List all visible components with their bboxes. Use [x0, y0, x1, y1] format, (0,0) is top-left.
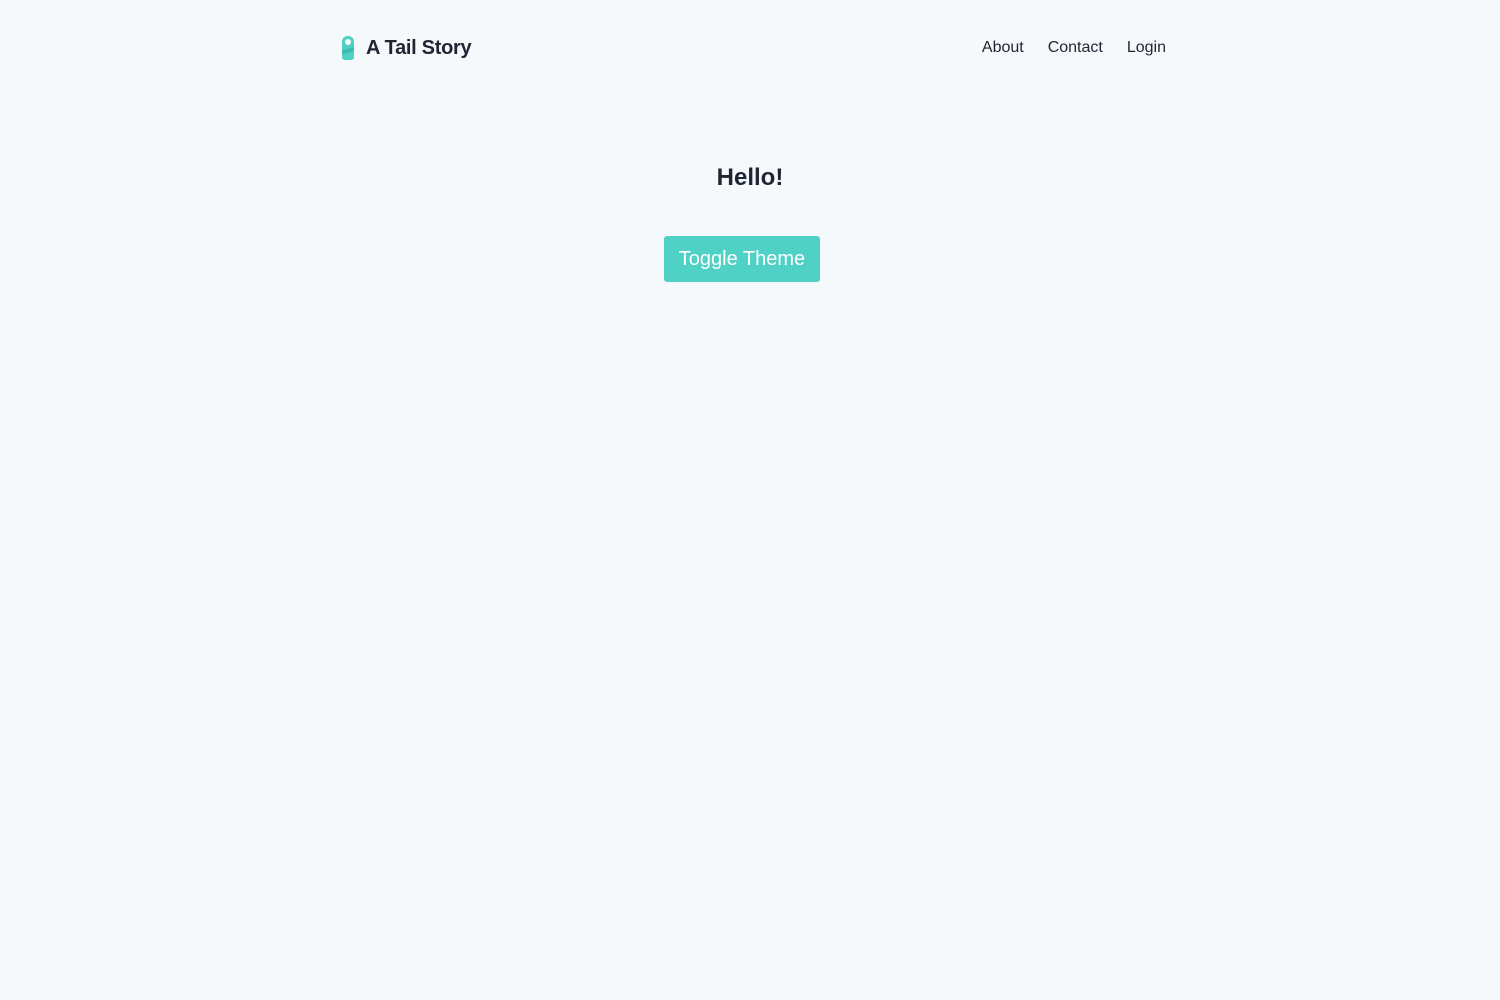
page: A Tail Story About Contact Login Hello! …	[0, 0, 1500, 1000]
main-nav: About Contact Login	[982, 39, 1166, 57]
toggle-theme-button[interactable]: Toggle Theme	[664, 236, 820, 282]
nav-login-link[interactable]: Login	[1127, 39, 1166, 57]
brand-name: A Tail Story	[366, 36, 472, 59]
main-content: Hello! Toggle Theme	[0, 160, 1500, 282]
pet-tag-icon	[340, 35, 356, 61]
nav-contact-link[interactable]: Contact	[1048, 39, 1103, 57]
page-heading: Hello!	[716, 164, 784, 191]
brand-link[interactable]: A Tail Story	[340, 35, 472, 61]
site-header: A Tail Story About Contact Login	[340, 28, 1166, 68]
nav-about-link[interactable]: About	[982, 39, 1024, 57]
